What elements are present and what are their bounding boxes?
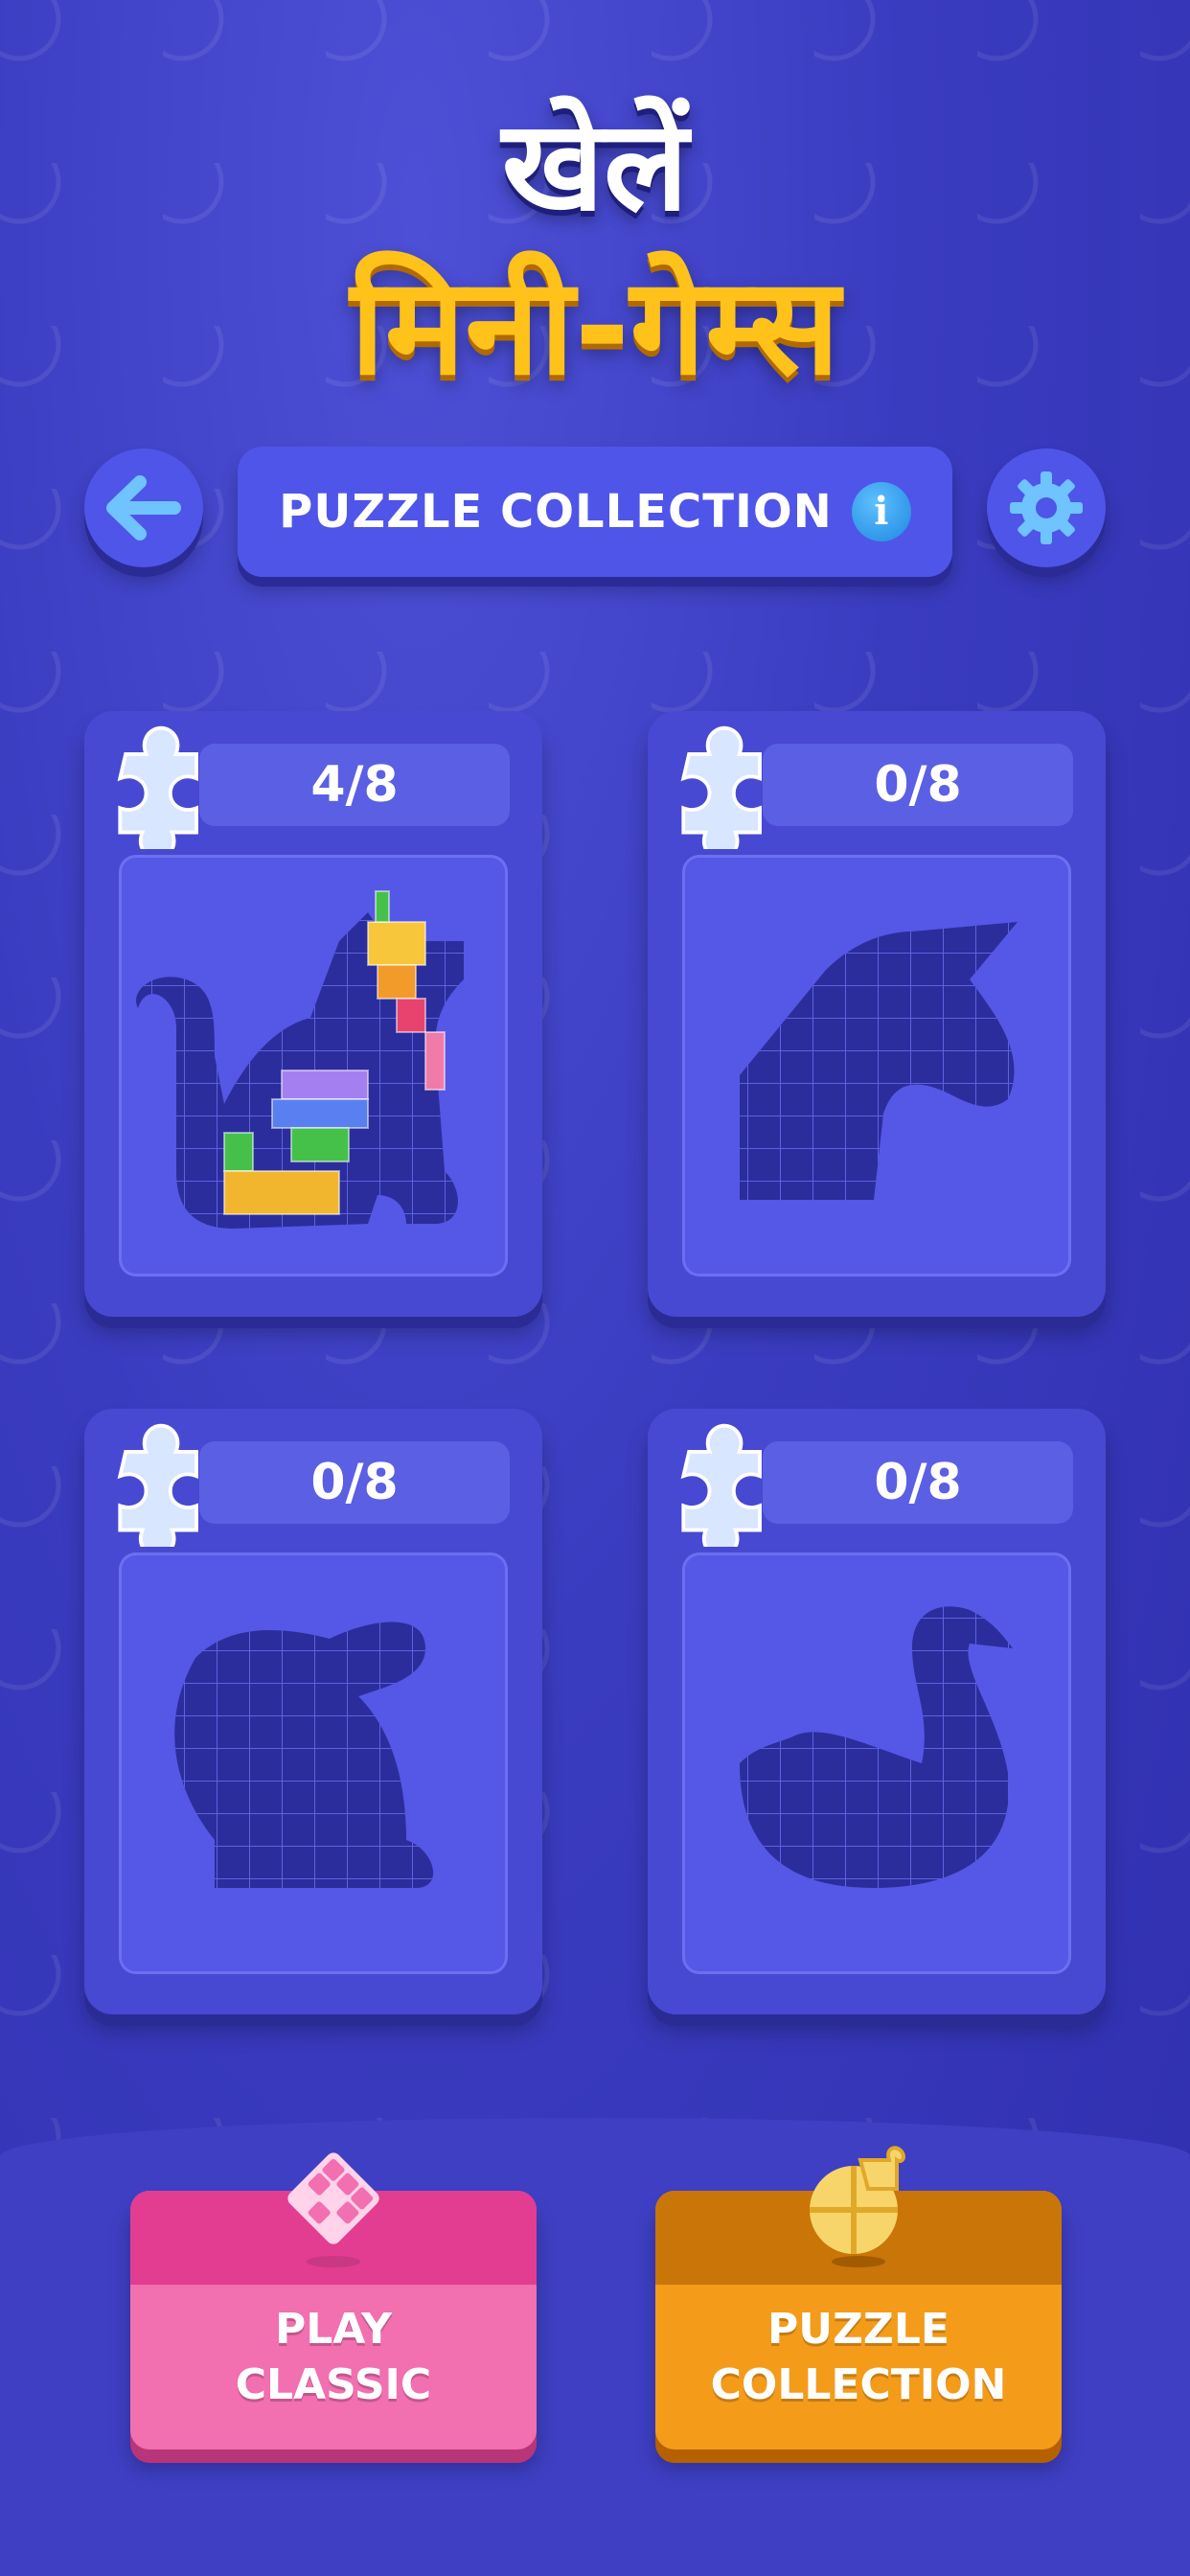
- play-classic-label: PLAY CLASSIC: [130, 2302, 537, 2413]
- title-line-2: मिनी-गेम्स: [350, 249, 840, 405]
- cat-image: [119, 855, 508, 1276]
- collection-header: PUZZLE COLLECTION i: [238, 447, 952, 577]
- progress-label: 0/8: [763, 744, 1073, 826]
- puzzle-collection-line2: COLLECTION: [710, 2360, 1007, 2409]
- info-icon[interactable]: i: [851, 482, 911, 541]
- arrow-left-icon: [106, 475, 181, 540]
- rabbit-image: [119, 1552, 508, 1974]
- puzzle-card-unicorn[interactable]: 0/8: [648, 711, 1106, 1317]
- puzzle-card-swan[interactable]: 0/8: [648, 1409, 1106, 2014]
- puzzle-collection-line1: PUZZLE: [767, 2305, 950, 2354]
- swan-image: [682, 1552, 1071, 1974]
- puzzle-piece-icon: [810, 2146, 905, 2267]
- unicorn-image: [682, 855, 1071, 1276]
- progress-label: 0/8: [763, 1441, 1073, 1524]
- progress-label: 0/8: [199, 1441, 510, 1524]
- play-classic-line2: CLASSIC: [235, 2360, 432, 2409]
- collection-title: PUZZLE COLLECTION: [279, 485, 833, 539]
- play-classic-line1: PLAY: [275, 2305, 392, 2354]
- title-line-1: खेलें: [501, 93, 689, 239]
- back-button[interactable]: [84, 448, 203, 567]
- puzzle-collection-button[interactable]: PUZZLE COLLECTION: [655, 2146, 1062, 2450]
- progress-label: 4/8: [199, 744, 510, 826]
- play-classic-button[interactable]: PLAY CLASSIC: [130, 2152, 537, 2450]
- settings-button[interactable]: [987, 448, 1106, 567]
- diamond-grid-icon: [287, 2152, 379, 2267]
- puzzle-card-rabbit[interactable]: 0/8: [84, 1409, 542, 2014]
- gear-icon: [1010, 472, 1083, 544]
- puzzle-collection-label: PUZZLE COLLECTION: [655, 2302, 1062, 2413]
- puzzle-card-cat[interactable]: 4/8: [84, 711, 542, 1317]
